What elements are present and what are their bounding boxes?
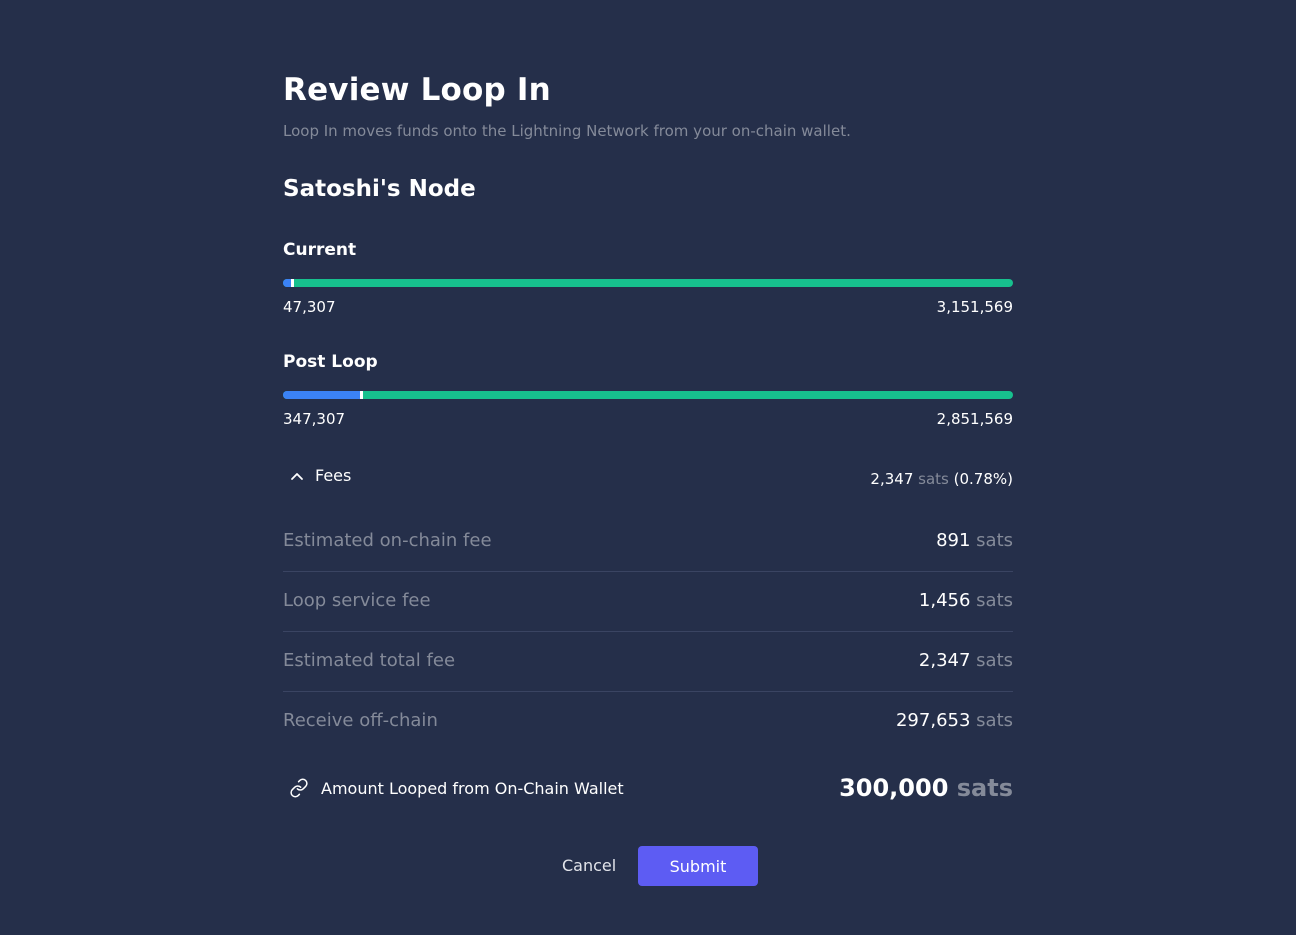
fee-row-service: Loop service fee 1,456 sats <box>283 571 1013 632</box>
post-loop-label: Post Loop <box>283 352 378 372</box>
amount-looped-row: Amount Looped from On-Chain Wallet 300,0… <box>283 770 1013 810</box>
page-title: Review Loop In <box>283 72 551 108</box>
current-label: Current <box>283 240 357 260</box>
fee-row-onchain: Estimated on-chain fee 891 sats <box>283 511 1013 572</box>
fee-row-unit: sats <box>976 530 1013 551</box>
fee-row-amount: 297,653 <box>895 710 971 731</box>
fee-row-unit: sats <box>976 650 1013 671</box>
fee-row-label: Estimated total fee <box>283 650 456 671</box>
fees-total: 2,347 sats (0.78%) <box>870 470 1013 488</box>
fee-row-receive: Receive off-chain 297,653 sats <box>283 691 1013 751</box>
current-balance-bar <box>283 279 1013 287</box>
fee-row-amount: 1,456 <box>918 590 971 611</box>
amount-looped-text: Amount Looped from On-Chain Wallet <box>321 778 624 798</box>
cancel-button[interactable]: Cancel <box>547 846 631 886</box>
fee-row-value: 2,347 sats <box>919 631 1013 691</box>
post-loop-remote-balance: 2,851,569 <box>936 410 1013 428</box>
amount-looped-number: 300,000 <box>839 774 949 802</box>
link-icon <box>290 778 308 798</box>
fees-total-unit: sats <box>918 470 949 488</box>
fee-row-amount: 2,347 <box>918 650 971 671</box>
submit-button[interactable]: Submit <box>638 846 758 886</box>
fee-row-label: Loop service fee <box>283 590 431 611</box>
post-loop-local-fill <box>283 391 364 399</box>
fee-row-unit: sats <box>976 590 1013 611</box>
node-name: Satoshi's Node <box>283 176 476 202</box>
current-local-fill <box>283 279 294 287</box>
fee-row-value: 1,456 sats <box>919 571 1013 631</box>
fee-row-total: Estimated total fee 2,347 sats <box>283 631 1013 692</box>
amount-looped-label: Amount Looped from On-Chain Wallet <box>289 778 624 798</box>
amount-looped-value: 300,000 sats <box>839 774 1013 802</box>
page-subtitle: Loop In moves funds onto the Lightning N… <box>283 122 851 140</box>
fee-row-label: Receive off-chain <box>283 710 438 731</box>
fee-row-amount: 891 <box>936 530 971 551</box>
current-local-balance: 47,307 <box>283 298 336 316</box>
fee-row-unit: sats <box>976 710 1013 731</box>
fee-row-value: 297,653 sats <box>896 691 1013 751</box>
chevron-up-icon <box>291 472 303 480</box>
post-loop-balance-bar <box>283 391 1013 399</box>
fees-total-amount: 2,347 <box>870 470 914 488</box>
fee-row-value: 891 sats <box>936 511 1013 571</box>
fees-total-percent: (0.78%) <box>953 470 1013 488</box>
current-remote-balance: 3,151,569 <box>936 298 1013 316</box>
post-loop-local-balance: 347,307 <box>283 410 346 428</box>
action-bar: Cancel Submit <box>283 846 1013 886</box>
fees-toggle[interactable]: Fees <box>289 466 351 485</box>
amount-looped-unit: sats <box>956 774 1013 802</box>
fees-toggle-label: Fees <box>315 466 352 485</box>
fee-row-label: Estimated on-chain fee <box>283 530 492 551</box>
